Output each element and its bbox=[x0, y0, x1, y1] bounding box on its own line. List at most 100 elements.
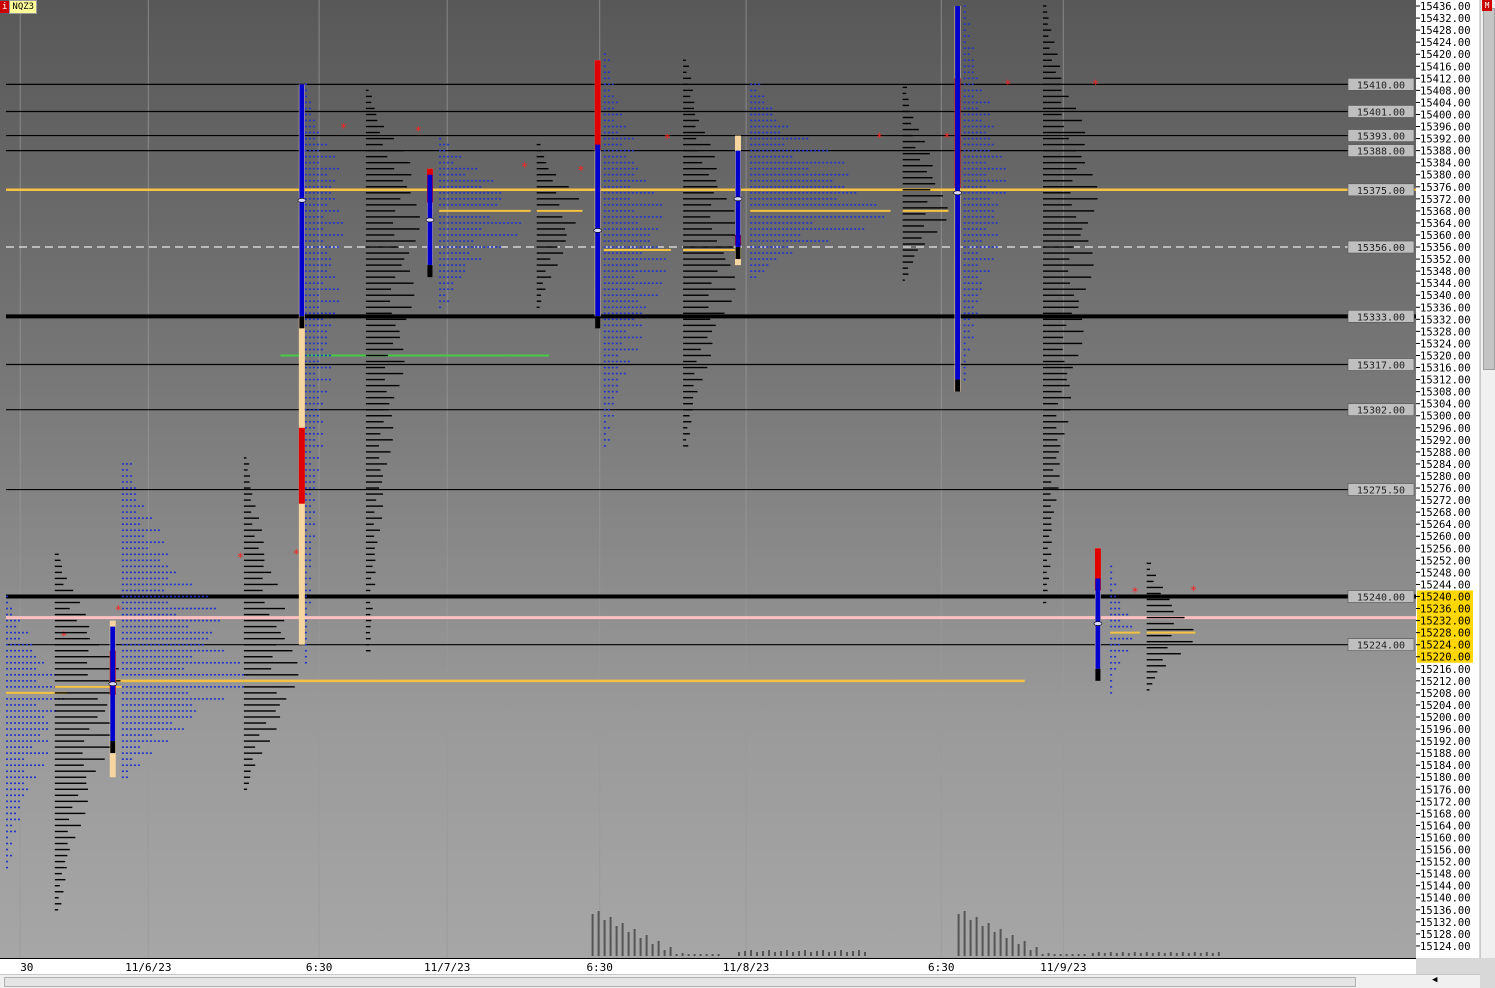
tpo-tick bbox=[201, 607, 204, 610]
tpo-tick bbox=[149, 661, 152, 664]
tpo-tick bbox=[607, 113, 610, 116]
tpo-tick bbox=[149, 607, 152, 610]
price-axis[interactable]: 15124.00 15128.00 15132.00 15136.00 15140.00… bbox=[1416, 0, 1479, 958]
tpo-tick bbox=[129, 463, 132, 465]
profile-bar bbox=[1043, 216, 1077, 218]
tpo-tick bbox=[754, 270, 757, 272]
horizontal-scrollbar[interactable]: ◀ bbox=[0, 974, 1480, 988]
tpo-tick bbox=[1110, 589, 1113, 592]
tpo-tick bbox=[165, 619, 168, 622]
tpo-tick bbox=[963, 83, 966, 86]
vertical-scroll-thumb[interactable] bbox=[1483, 8, 1495, 370]
profile-bar bbox=[365, 192, 411, 194]
price-tick: 15284.00 bbox=[1416, 459, 1471, 471]
profile-bar bbox=[536, 192, 557, 194]
tpo-tick bbox=[519, 222, 522, 224]
tpo-tick bbox=[619, 294, 622, 297]
tpo-tick bbox=[963, 366, 966, 369]
tpo-tick bbox=[491, 222, 494, 224]
tpo-tick bbox=[312, 204, 315, 206]
tpo-tick bbox=[181, 661, 184, 664]
tpo-tick bbox=[193, 607, 196, 610]
tpo-tick bbox=[786, 240, 789, 242]
tpo-tick bbox=[161, 722, 164, 724]
profile-bar bbox=[365, 402, 390, 405]
tpo-tick bbox=[971, 336, 974, 339]
tpo-tick bbox=[129, 601, 132, 604]
tpo-tick bbox=[754, 240, 757, 242]
corner-m-badge[interactable]: M bbox=[1482, 0, 1492, 11]
tpo-tick bbox=[967, 155, 970, 158]
price-tick-label: 15164.00 bbox=[1420, 820, 1471, 832]
tpo-tick bbox=[189, 655, 192, 658]
tpo-tick bbox=[451, 192, 454, 194]
tpo-tick bbox=[619, 270, 622, 272]
tpo-tick bbox=[145, 589, 148, 592]
volume-bar bbox=[1017, 944, 1020, 956]
price-tick: 15344.00 bbox=[1416, 278, 1471, 290]
tpo-tick bbox=[814, 192, 817, 194]
tpo-tick bbox=[121, 493, 124, 495]
tpo-tick bbox=[125, 559, 128, 562]
tpo-tick bbox=[975, 234, 978, 236]
tpo-tick bbox=[826, 204, 829, 206]
tpo-tick bbox=[18, 619, 20, 622]
tpo-tick bbox=[627, 198, 630, 200]
profile-bar bbox=[536, 306, 540, 308]
tpo-tick bbox=[177, 674, 180, 676]
tpo-tick bbox=[451, 204, 454, 206]
tpo-tick bbox=[308, 101, 311, 104]
tpo-tick bbox=[603, 246, 606, 248]
tpo-tick bbox=[967, 83, 970, 86]
price-tick: 15208.00 bbox=[1416, 688, 1471, 700]
tpo-tick bbox=[443, 192, 446, 194]
price-tick: 15128.00 bbox=[1416, 929, 1471, 941]
tpo-tick bbox=[770, 185, 773, 188]
tpo-tick bbox=[778, 246, 781, 248]
horizontal-scroll-thumb[interactable] bbox=[4, 977, 1356, 987]
tpo-tick bbox=[750, 167, 753, 170]
tpo-tick bbox=[830, 198, 833, 200]
tpo-tick bbox=[963, 258, 966, 260]
tpo-tick bbox=[967, 125, 970, 128]
tpo-tick bbox=[129, 523, 132, 525]
tpo-tick bbox=[607, 125, 610, 128]
vertical-scrollbar[interactable] bbox=[1480, 0, 1495, 958]
tpo-tick bbox=[619, 336, 622, 339]
tpo-tick bbox=[766, 234, 769, 236]
tpo-tick bbox=[185, 595, 188, 598]
tpo-tick bbox=[991, 246, 994, 248]
profile-bar bbox=[365, 113, 377, 116]
tpo-tick bbox=[790, 173, 793, 176]
tpo-tick bbox=[607, 179, 610, 182]
tpo-tick bbox=[217, 619, 220, 622]
tpo-tick bbox=[201, 661, 204, 664]
tpo-tick bbox=[6, 667, 8, 670]
tpo-tick bbox=[18, 770, 20, 773]
price-tick-label: 15264.00 bbox=[1420, 519, 1471, 531]
profile-bar bbox=[54, 571, 62, 574]
symbol-tag[interactable]: i NQZ3 bbox=[0, 0, 38, 14]
profile-bar bbox=[54, 553, 59, 556]
profile-bar bbox=[365, 607, 373, 610]
tpo-tick bbox=[304, 637, 307, 640]
profile-bar bbox=[1043, 583, 1047, 586]
profile-bar bbox=[1043, 47, 1050, 49]
tpo-tick bbox=[619, 198, 622, 200]
level-label: 15317.00 bbox=[1347, 358, 1415, 372]
tpo-tick bbox=[750, 125, 753, 128]
scroll-left-arrow-icon[interactable]: ◀ bbox=[1432, 975, 1437, 985]
tpo-tick bbox=[790, 161, 793, 164]
profile-bar bbox=[1043, 342, 1083, 345]
tpo-tick bbox=[615, 246, 618, 248]
tpo-tick bbox=[459, 252, 462, 254]
tpo-tick bbox=[316, 402, 319, 405]
tpo-tick bbox=[46, 752, 48, 754]
tpo-tick bbox=[316, 246, 319, 248]
tpo-tick bbox=[169, 692, 172, 694]
tpo-tick bbox=[149, 643, 152, 646]
tpo-tick bbox=[125, 463, 128, 465]
tpo-tick bbox=[177, 631, 180, 634]
chart-plot-area[interactable]: 15410.00 15401.00 15393.00 15388.00 15375.00… bbox=[0, 0, 1417, 958]
tpo-tick bbox=[774, 131, 777, 134]
